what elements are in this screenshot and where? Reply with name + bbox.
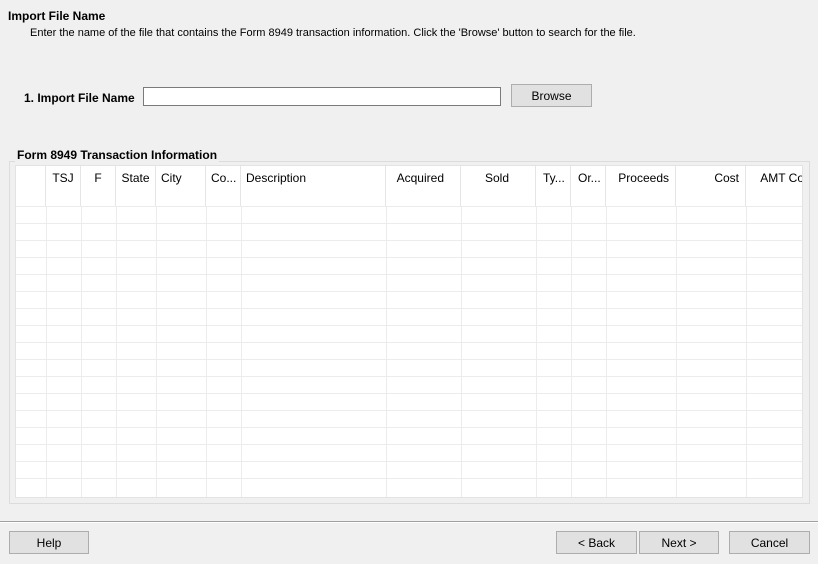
- grid-column-divider: [571, 206, 572, 497]
- column-header-row-selector[interactable]: [16, 166, 46, 206]
- import-file-name-label: 1. Import File Name: [24, 91, 135, 105]
- table-row[interactable]: [16, 359, 802, 376]
- column-header-state[interactable]: State: [116, 166, 156, 206]
- back-button[interactable]: < Back: [556, 531, 637, 554]
- grid-column-divider: [116, 206, 117, 497]
- column-header-proceeds[interactable]: Proceeds: [606, 166, 676, 206]
- help-button[interactable]: Help: [9, 531, 89, 554]
- column-header-country[interactable]: Co...: [206, 166, 241, 206]
- grid-column-divider: [241, 206, 242, 497]
- table-row[interactable]: [16, 461, 802, 478]
- table-row[interactable]: [16, 240, 802, 257]
- page-description: Enter the name of the file that contains…: [30, 27, 636, 39]
- table-row[interactable]: [16, 393, 802, 410]
- column-header-ordinary[interactable]: Or...: [571, 166, 606, 206]
- page-title: Import File Name: [8, 9, 106, 23]
- grid-column-divider: [206, 206, 207, 497]
- column-header-acquired[interactable]: Acquired: [386, 166, 461, 206]
- table-row[interactable]: [16, 376, 802, 393]
- grid-column-divider: [386, 206, 387, 497]
- table-row[interactable]: [16, 308, 802, 325]
- grid-column-divider: [156, 206, 157, 497]
- column-header-tsj[interactable]: TSJ: [46, 166, 81, 206]
- browse-button[interactable]: Browse: [511, 84, 592, 107]
- transaction-grid[interactable]: TSJ F State City Co... Description Acqui…: [15, 165, 803, 498]
- footer-divider-highlight: [0, 522, 818, 523]
- grid-header: TSJ F State City Co... Description Acqui…: [16, 166, 802, 206]
- grid-column-divider: [676, 206, 677, 497]
- table-row[interactable]: [16, 291, 802, 308]
- column-header-city[interactable]: City: [156, 166, 206, 206]
- table-row[interactable]: [16, 223, 802, 240]
- table-row[interactable]: [16, 444, 802, 461]
- column-header-sold[interactable]: Sold: [461, 166, 536, 206]
- table-row[interactable]: [16, 325, 802, 342]
- grid-column-divider: [81, 206, 82, 497]
- grid-column-divider: [46, 206, 47, 497]
- column-header-type[interactable]: Ty...: [536, 166, 571, 206]
- grid-body[interactable]: [16, 206, 802, 497]
- transaction-group-title: Form 8949 Transaction Information: [15, 148, 220, 162]
- column-header-amt-cost[interactable]: AMT Co: [746, 166, 802, 206]
- table-row[interactable]: [16, 257, 802, 274]
- grid-column-divider: [536, 206, 537, 497]
- grid-column-divider: [746, 206, 747, 497]
- table-row[interactable]: [16, 478, 802, 495]
- column-header-f[interactable]: F: [81, 166, 116, 206]
- column-header-cost[interactable]: Cost: [676, 166, 746, 206]
- cancel-button[interactable]: Cancel: [729, 531, 810, 554]
- table-row[interactable]: [16, 342, 802, 359]
- import-file-name-input[interactable]: [143, 87, 501, 106]
- grid-column-divider: [606, 206, 607, 497]
- table-row[interactable]: [16, 206, 802, 223]
- grid-column-divider: [461, 206, 462, 497]
- table-row[interactable]: [16, 427, 802, 444]
- next-button[interactable]: Next >: [639, 531, 719, 554]
- table-row[interactable]: [16, 274, 802, 291]
- column-header-description[interactable]: Description: [241, 166, 386, 206]
- table-row[interactable]: [16, 410, 802, 427]
